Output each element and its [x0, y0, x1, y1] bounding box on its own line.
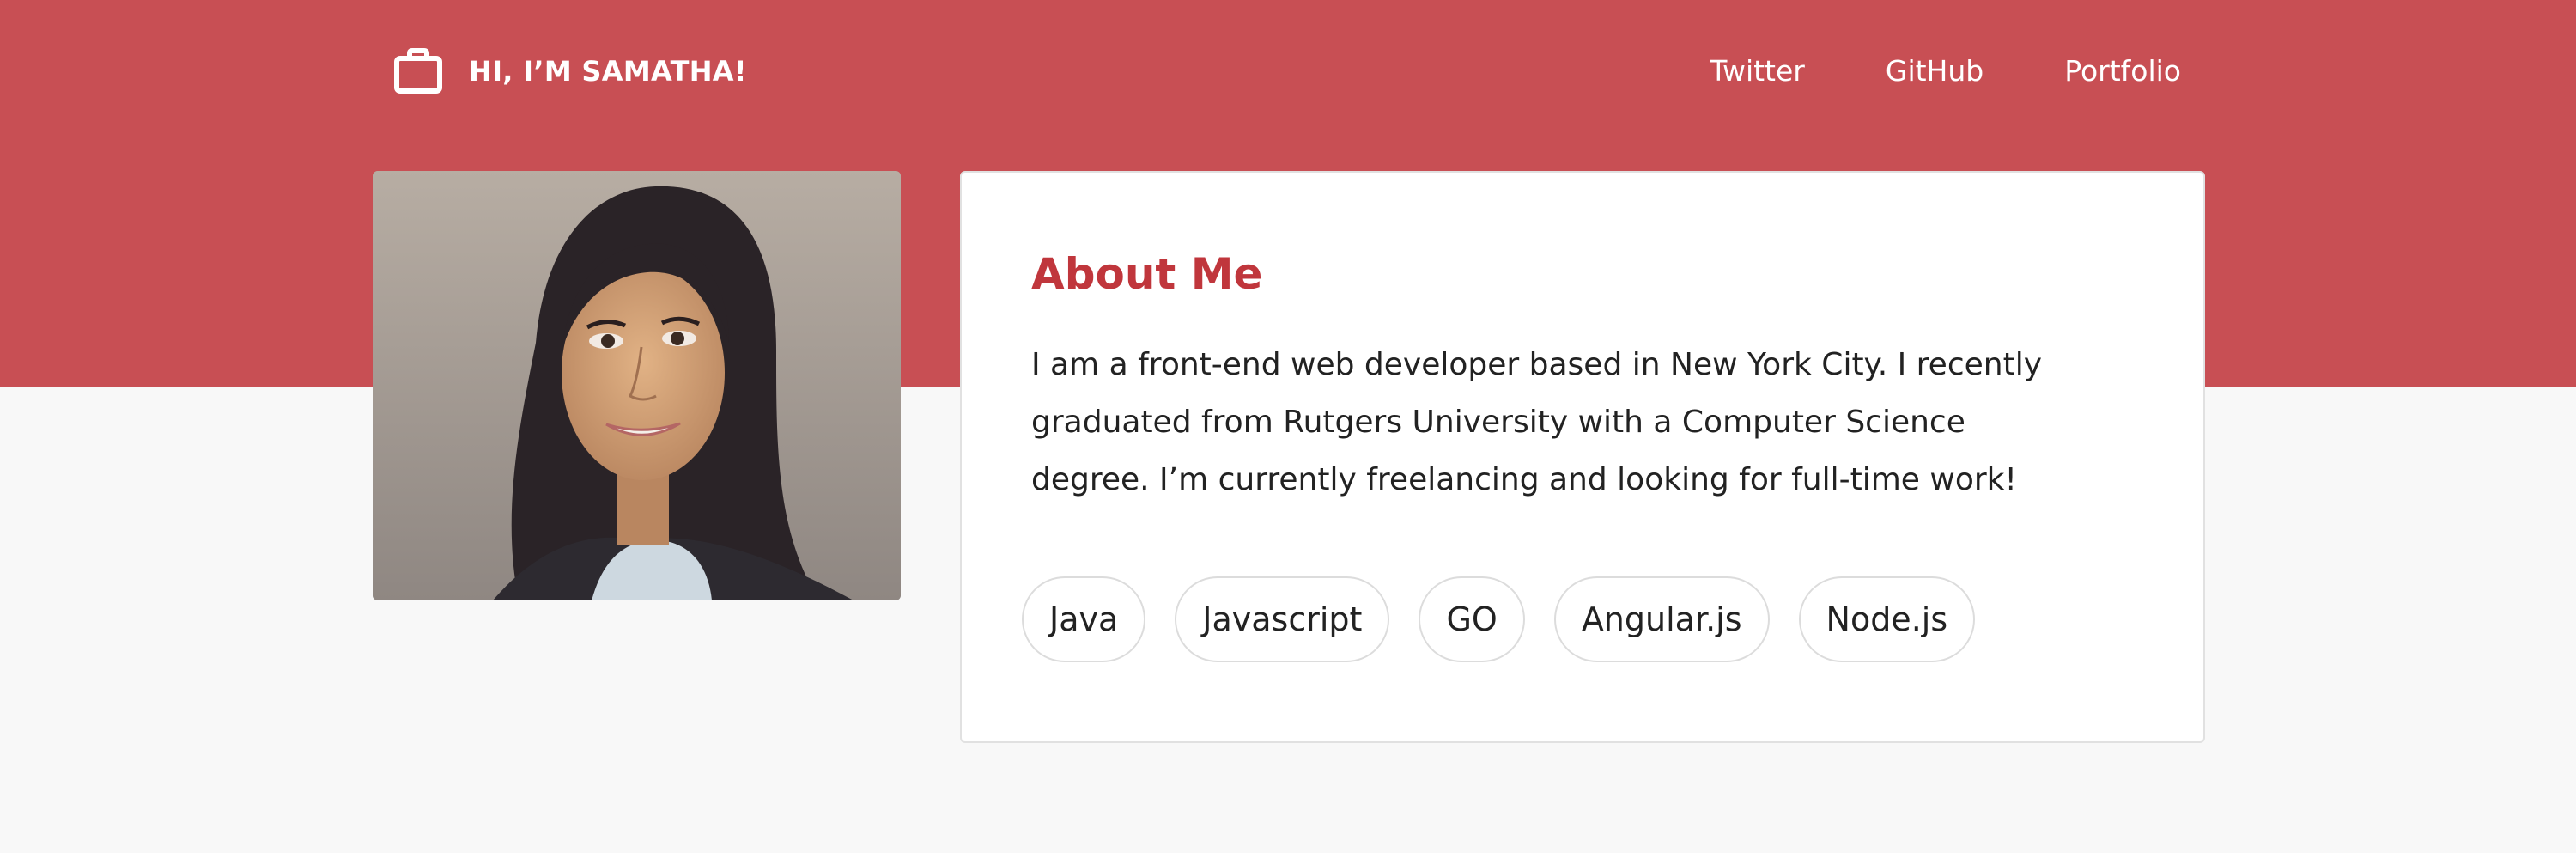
page: HI, I’M SAMATHA! Twitter GitHub Portfoli…: [0, 0, 2576, 853]
about-title: About Me: [1031, 249, 1263, 299]
nav-link-twitter[interactable]: Twitter: [1710, 54, 1805, 88]
profile-photo: [373, 171, 901, 600]
skill-tag-javascript: Javascript: [1175, 576, 1390, 662]
about-card: About Me I am a front-end web developer …: [960, 171, 2205, 743]
about-line: graduated from Rutgers University with a…: [1031, 405, 1965, 440]
skills-list: Java Javascript GO Angular.js Node.js: [1022, 576, 2004, 662]
portrait-illustration: [373, 171, 901, 600]
brand[interactable]: HI, I’M SAMATHA!: [393, 47, 747, 95]
skill-tag-node: Node.js: [1798, 576, 1976, 662]
about-description: I am a front-end web developer based in …: [1031, 336, 2079, 509]
site-title: HI, I’M SAMATHA!: [469, 55, 747, 88]
skill-tag-angular: Angular.js: [1553, 576, 1770, 662]
nav-link-github[interactable]: GitHub: [1886, 54, 1984, 88]
top-navigation: HI, I’M SAMATHA! Twitter GitHub Portfoli…: [0, 0, 2576, 148]
about-line: I am a front-end web developer based in …: [1031, 347, 2043, 382]
about-line: degree. I’m currently freelancing and lo…: [1031, 462, 2017, 497]
skill-tag-go: GO: [1419, 576, 1525, 662]
briefcase-icon: [394, 48, 442, 94]
nav-link-portfolio[interactable]: Portfolio: [2064, 54, 2181, 88]
nav-links: Twitter GitHub Portfolio: [1710, 54, 2181, 88]
skill-tag-java: Java: [1022, 576, 1146, 662]
